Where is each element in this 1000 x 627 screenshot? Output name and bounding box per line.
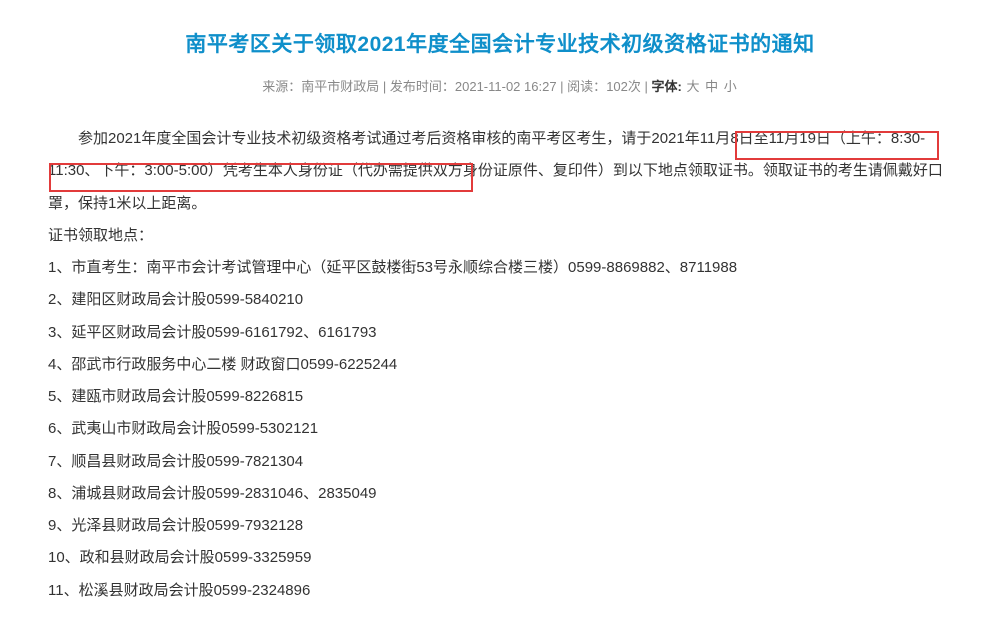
font-label: 字体: bbox=[652, 79, 682, 94]
location-item: 2、建阳区财政局会计股0599-5840210 bbox=[48, 284, 952, 316]
locations-label: 证书领取地点： bbox=[48, 220, 952, 252]
location-item: 5、建瓯市财政局会计股0599-8226815 bbox=[48, 381, 952, 413]
location-item: 6、武夷山市财政局会计股0599-5302121 bbox=[48, 413, 952, 445]
para1-pre: 参加2021年度全国会计专业技术初级资格考试通过考后资格审核的南平考区考生，请于 bbox=[78, 130, 651, 147]
source-label: 来源： bbox=[262, 79, 301, 94]
location-item: 3、延平区财政局会计股0599-6161792、6161793 bbox=[48, 317, 952, 349]
paragraph-1: 参加2021年度全国会计专业技术初级资格考试通过考后资格审核的南平考区考生，请于… bbox=[48, 123, 952, 220]
read-value: 102次 bbox=[606, 79, 641, 94]
location-item: 8、浦城县财政局会计股0599-2831046、2835049 bbox=[48, 478, 952, 510]
location-item: 10、政和县财政局会计股0599-3325959 bbox=[48, 542, 952, 574]
sep: | bbox=[379, 79, 390, 94]
article-content: 参加2021年度全国会计专业技术初级资格考试通过考后资格审核的南平考区考生，请于… bbox=[48, 123, 952, 607]
sep: | bbox=[641, 79, 652, 94]
location-item: 4、邵武市行政服务中心二楼 财政窗口0599-6225244 bbox=[48, 349, 952, 381]
read-label: 阅读： bbox=[567, 79, 606, 94]
pubtime-label: 发布时间： bbox=[390, 79, 455, 94]
font-size-medium[interactable]: 中 bbox=[705, 79, 718, 94]
location-item: 1、市直考生：南平市会计考试管理中心（延平区鼓楼街53号永顺综合楼三楼）0599… bbox=[48, 252, 952, 284]
page-title: 南平考区关于领取2021年度全国会计专业技术初级资格证书的通知 bbox=[48, 28, 952, 58]
highlight-text-1: 2021年11月8日至 bbox=[651, 130, 768, 147]
sep: | bbox=[557, 79, 568, 94]
meta-info: 来源：南平市财政局 | 发布时间：2021-11-02 16:27 | 阅读：1… bbox=[48, 76, 952, 95]
pubtime-value: 2021-11-02 16:27 bbox=[455, 79, 557, 94]
font-size-small[interactable]: 小 bbox=[724, 79, 737, 94]
location-item: 7、顺昌县财政局会计股0599-7821304 bbox=[48, 446, 952, 478]
location-item: 11、松溪县财政局会计股0599-2324896 bbox=[48, 575, 952, 607]
location-item: 9、光泽县财政局会计股0599-7932128 bbox=[48, 510, 952, 542]
font-size-large[interactable]: 大 bbox=[686, 79, 699, 94]
source-value: 南平市财政局 bbox=[301, 79, 379, 94]
